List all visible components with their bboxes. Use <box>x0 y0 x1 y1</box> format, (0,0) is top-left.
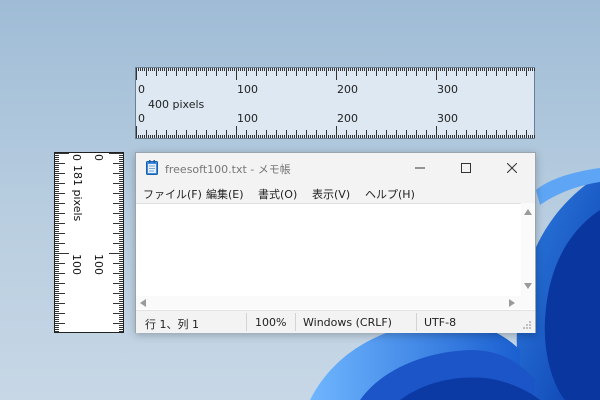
status-divider <box>295 313 296 331</box>
status-divider <box>246 313 247 331</box>
hruler-top-tick-300: 300 <box>437 83 458 96</box>
scrollbar-corner <box>521 296 535 309</box>
vertical-scrollbar[interactable] <box>521 203 535 298</box>
status-divider <box>416 313 417 331</box>
resize-grip-icon[interactable] <box>522 320 532 330</box>
maximize-icon <box>461 163 471 173</box>
encoding: UTF-8 <box>424 316 457 329</box>
scroll-right-icon <box>509 299 515 307</box>
cursor-position: 行 1、列 1 <box>145 318 199 331</box>
close-button[interactable] <box>489 153 535 183</box>
menu-edit[interactable]: 編集(E) <box>206 186 244 202</box>
text-editor[interactable] <box>136 203 521 299</box>
horizontal-ruler[interactable]: 0 100 200 300 400 pixels 0 100 200 300 <box>135 67 535 139</box>
hruler-top-tick-200: 200 <box>337 83 358 96</box>
menu-format[interactable]: 書式(O) <box>258 186 297 202</box>
minimize-button[interactable] <box>397 153 443 183</box>
hruler-bottom-tick-200: 200 <box>337 112 358 125</box>
menu-help[interactable]: ヘルプ(H) <box>365 186 415 202</box>
hruler-bottom-tick-300: 300 <box>437 112 458 125</box>
menu-file[interactable]: ファイル(F) <box>143 186 202 202</box>
hruler-top-tick-100: 100 <box>237 83 258 96</box>
maximize-button[interactable] <box>443 153 489 183</box>
notepad-window[interactable]: freesoft100.txt - メモ帳 ファイル(F) 編集(E) 書式(O… <box>135 152 536 333</box>
minimize-icon <box>415 167 425 169</box>
vertical-ruler-ticks <box>55 153 123 332</box>
hruler-bottom-tick-0: 0 <box>138 112 145 125</box>
title-bar[interactable]: freesoft100.txt - メモ帳 <box>136 153 535 183</box>
close-icon <box>507 163 517 173</box>
scroll-up-icon <box>524 209 532 215</box>
scroll-down-icon <box>524 283 532 289</box>
vruler-right-tick-100: 100 <box>92 254 105 275</box>
vruler-left-tick-100: 100 <box>70 254 83 275</box>
menu-view[interactable]: 表示(V) <box>312 186 350 202</box>
vruler-pixel-length: 181 pixels <box>71 165 84 222</box>
menu-bar: ファイル(F) 編集(E) 書式(O) 表示(V) ヘルプ(H) <box>136 183 535 203</box>
vruler-left-tick-0: 0 <box>70 154 83 161</box>
vruler-right-tick-0: 0 <box>92 154 105 161</box>
hruler-top-tick-0: 0 <box>138 83 145 96</box>
notepad-icon <box>146 160 158 175</box>
vertical-ruler[interactable]: 0 100 181 pixels 0 100 <box>54 152 124 333</box>
zoom-level: 100% <box>255 316 287 329</box>
line-ending: Windows (CRLF) <box>303 316 392 329</box>
hruler-bottom-tick-100: 100 <box>237 112 258 125</box>
horizontal-scrollbar[interactable] <box>136 296 521 309</box>
hruler-pixel-length: 400 pixels <box>148 98 205 111</box>
scroll-left-icon <box>140 299 146 307</box>
status-bar: 行 1、列 1 100% Windows (CRLF) UTF-8 <box>136 310 535 333</box>
window-title: freesoft100.txt - メモ帳 <box>165 163 291 176</box>
